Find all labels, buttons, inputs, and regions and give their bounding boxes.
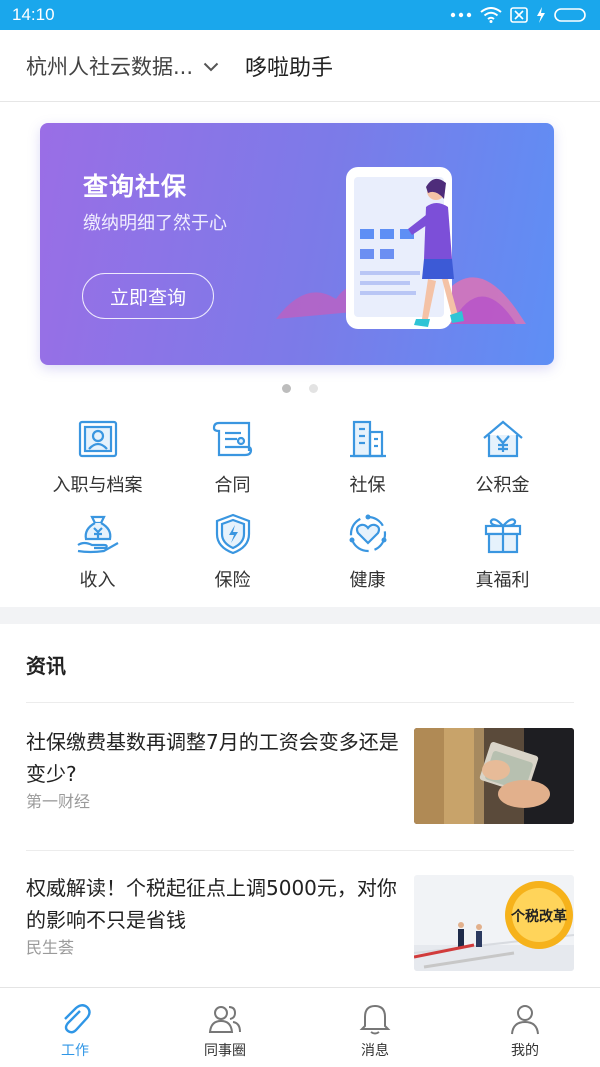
service-income[interactable]: 收入 bbox=[30, 507, 165, 602]
service-onboarding-archive[interactable]: 入职与档案 bbox=[30, 412, 165, 507]
news-heading: 资讯 bbox=[26, 654, 66, 678]
tab-label: 同事圈 bbox=[204, 1043, 246, 1059]
service-benefits[interactable]: 真福利 bbox=[435, 507, 570, 602]
shield-icon bbox=[210, 511, 256, 557]
carousel-dots bbox=[0, 384, 600, 393]
charging-icon bbox=[537, 7, 545, 23]
no-sim-icon bbox=[510, 7, 528, 23]
service-label: 保险 bbox=[214, 570, 251, 591]
news-item[interactable]: 权威解读！个税起征点上调5000元，对你的影响不只是省钱 民生荟 个税改革 bbox=[26, 872, 574, 972]
service-label: 真福利 bbox=[475, 570, 530, 591]
divider bbox=[26, 702, 574, 703]
tab-messages[interactable]: 消息 bbox=[300, 988, 450, 1067]
chevron-down-icon bbox=[203, 62, 219, 71]
service-label: 收入 bbox=[79, 570, 116, 591]
status-icons bbox=[450, 7, 588, 23]
profile-card-icon bbox=[75, 416, 121, 462]
gift-icon bbox=[480, 511, 526, 557]
person-icon bbox=[511, 1005, 539, 1035]
news-item[interactable]: 社保缴费基数再调整7月的工资会变多还是变少? 第一财经 bbox=[26, 726, 574, 826]
carousel-dot[interactable] bbox=[309, 384, 318, 393]
news-thumbnail: 个税改革 bbox=[414, 875, 574, 971]
house-yen-icon bbox=[480, 416, 526, 462]
service-housing-fund[interactable]: 公积金 bbox=[435, 412, 570, 507]
service-label: 合同 bbox=[214, 475, 251, 496]
thumbnail-caption: 个税改革 bbox=[510, 908, 567, 925]
wifi-icon bbox=[480, 7, 502, 23]
bell-icon bbox=[359, 1004, 391, 1035]
tab-label: 消息 bbox=[361, 1043, 389, 1059]
section-divider bbox=[0, 607, 600, 624]
service-health[interactable]: 健康 bbox=[300, 507, 435, 602]
heart-icon bbox=[345, 511, 391, 557]
banner-title: 查询社保 bbox=[83, 172, 188, 201]
app-title: 哆啦助手 bbox=[245, 55, 334, 81]
money-bag-hand-icon bbox=[75, 511, 121, 557]
service-label: 健康 bbox=[349, 570, 386, 591]
header: 杭州人社云数据... 哆啦助手 bbox=[0, 30, 600, 102]
promo-banner[interactable]: 查询社保 缴纳明细了然于心 立即查询 bbox=[40, 123, 554, 365]
tab-mine[interactable]: 我的 bbox=[450, 988, 600, 1067]
news-title: 权威解读！个税起征点上调5000元，对你的影响不只是省钱 bbox=[26, 876, 397, 932]
tab-work[interactable]: 工作 bbox=[0, 988, 150, 1067]
building-icon bbox=[345, 416, 391, 462]
status-bar: 14:10 bbox=[0, 0, 600, 30]
service-label: 公积金 bbox=[475, 475, 530, 496]
colleagues-icon bbox=[208, 1006, 241, 1033]
news-thumbnail bbox=[414, 728, 574, 824]
tab-colleagues[interactable]: 同事圈 bbox=[150, 988, 300, 1067]
battery-icon bbox=[554, 8, 586, 22]
paperclip-icon bbox=[64, 1004, 91, 1034]
news-source: 第一财经 bbox=[26, 792, 91, 811]
tab-label: 我的 bbox=[511, 1043, 539, 1059]
service-grid: 入职与档案 合同 社保 公积金 收入 保险 健康 真福利 bbox=[30, 412, 570, 602]
divider bbox=[26, 850, 574, 851]
query-now-button[interactable]: 立即查询 bbox=[82, 273, 214, 319]
org-selector[interactable]: 杭州人社云数据... bbox=[26, 51, 219, 81]
news-source: 民生荟 bbox=[26, 938, 75, 957]
more-dots-icon bbox=[450, 12, 472, 18]
contract-scroll-icon bbox=[210, 416, 256, 462]
service-insurance[interactable]: 保险 bbox=[165, 507, 300, 602]
news-title: 社保缴费基数再调整7月的工资会变多还是变少? bbox=[26, 730, 399, 786]
service-social-security[interactable]: 社保 bbox=[300, 412, 435, 507]
status-time: 14:10 bbox=[12, 5, 55, 24]
org-name: 杭州人社云数据... bbox=[26, 54, 194, 79]
bottom-tab-bar: 工作 同事圈 消息 我的 bbox=[0, 987, 600, 1067]
carousel-dot[interactable] bbox=[282, 384, 291, 393]
phone-woman-illustration bbox=[276, 167, 526, 329]
service-label: 入职与档案 bbox=[52, 475, 143, 496]
banner-subtitle: 缴纳明细了然于心 bbox=[83, 213, 227, 234]
service-contract[interactable]: 合同 bbox=[165, 412, 300, 507]
service-label: 社保 bbox=[349, 475, 386, 496]
tab-label: 工作 bbox=[61, 1043, 89, 1059]
